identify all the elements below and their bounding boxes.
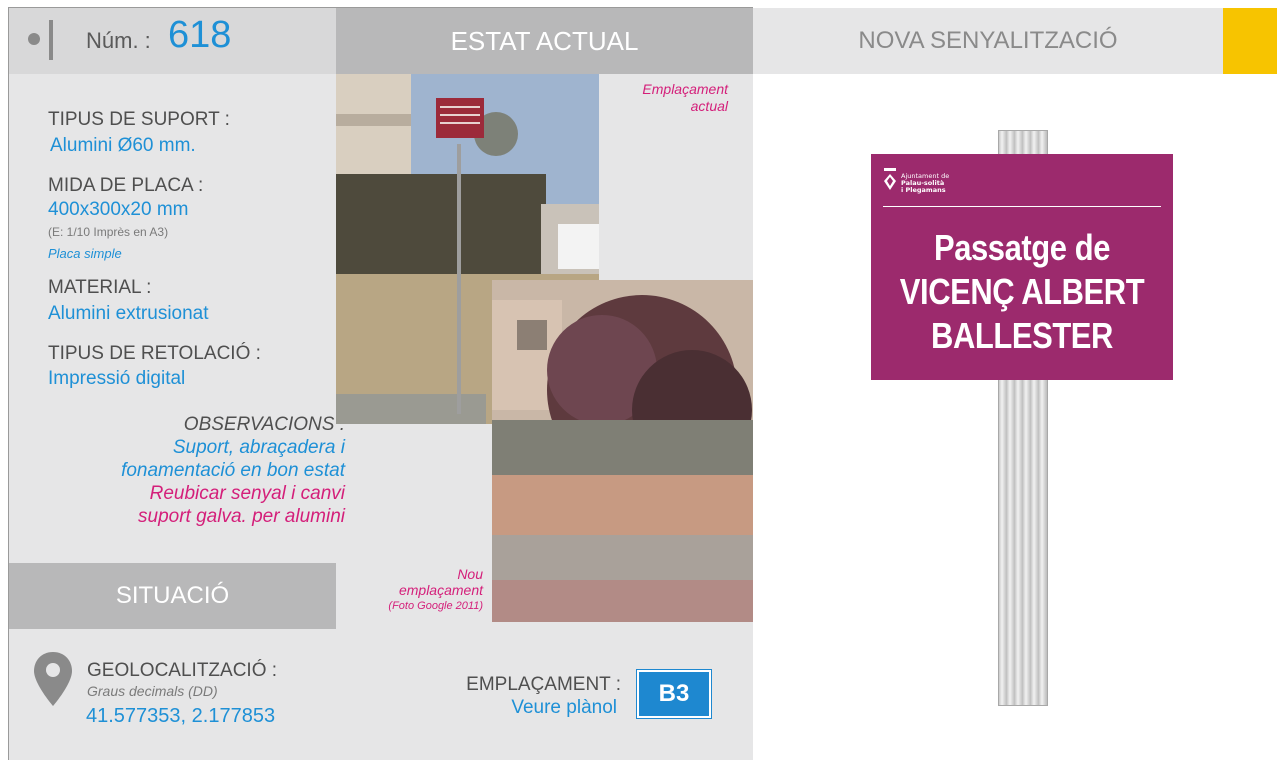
support-type-value: Alumini Ø60 mm. (50, 135, 196, 156)
lettering-type-value: Impressió digital (48, 368, 186, 389)
town-crest-icon (883, 166, 897, 194)
observations-label: OBSERVACIONS : (183, 414, 345, 435)
plate-size-label: MIDA DE PLACA : (48, 175, 204, 196)
photo-caption-current: Emplaçament actual (600, 81, 728, 115)
geolocation-format: Graus decimals (DD) (87, 683, 218, 699)
plate-type: Placa simple (48, 246, 122, 261)
situacio-header: SITUACIÓ (9, 563, 336, 629)
photo-caption-new: Nou emplaçament (Foto Google 2011) (345, 566, 483, 614)
dot-icon (28, 33, 40, 45)
location-code-badge: B3 (637, 670, 711, 718)
sign-line-3: BALLESTER (931, 315, 1113, 356)
lettering-type-label: TIPUS DE RETOLACIÓ : (48, 343, 261, 364)
geolocation-value: 41.577353, 2.177853 (86, 705, 276, 727)
street-sign-plate: Ajuntament de Palau-solità i Plegamans P… (871, 154, 1173, 380)
emplacament-label: EMPLAÇAMENT : (466, 674, 621, 695)
observation-line: Suport, abraçadera i (172, 437, 345, 458)
plate-size-value: 400x300x20 mm (48, 199, 189, 220)
sign-line-2: VICENÇ ALBERT (899, 271, 1145, 312)
header-estat-actual: ESTAT ACTUAL (336, 8, 753, 74)
sign-line-1: Passatge de (934, 227, 1110, 268)
number-label: Núm. : (86, 28, 151, 53)
caption-line: actual (690, 98, 728, 114)
town-council-logo: Ajuntament de Palau-solità i Plegamans (901, 173, 949, 194)
new-location-photo (492, 280, 753, 622)
sign-divider (883, 206, 1161, 207)
observation-line: suport galva. per alumini (138, 506, 345, 527)
caption-line: (Foto Google 2011) (388, 600, 483, 612)
view-plan-link[interactable]: Veure plànol (511, 697, 617, 719)
header-nova-senyalitzacio: NOVA SENYALITZACIÓ (753, 8, 1223, 74)
caption-line: Nou (457, 566, 483, 582)
caption-line: Emplaçament (642, 81, 728, 97)
observation-line: Reubicar senyal i canvi (149, 483, 345, 504)
material-value: Alumini extrusionat (48, 303, 209, 324)
divider-bar (49, 20, 53, 60)
observation-line: fonamentació en bon estat (121, 460, 345, 481)
logo-line: i Plegamans (901, 186, 946, 194)
corner-yellow-marker (1223, 8, 1277, 74)
plate-size-note: (E: 1/10 Imprès en A3) (48, 225, 169, 239)
geolocation-label: GEOLOCALITZACIÓ : (87, 660, 278, 681)
sign-number: 618 (168, 14, 232, 56)
location-pin-icon (31, 650, 75, 708)
support-type-label: TIPUS DE SUPORT : (48, 109, 230, 130)
material-label: MATERIAL : (48, 277, 152, 298)
caption-line: emplaçament (398, 582, 483, 598)
